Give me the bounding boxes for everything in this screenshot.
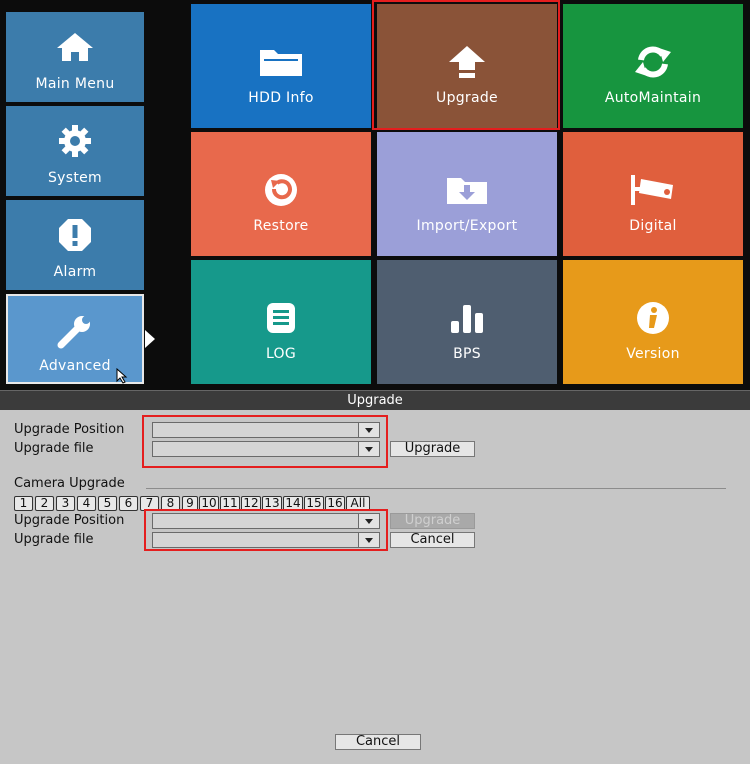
tile-label: Import/Export <box>416 218 518 234</box>
sidebar-item-label: System <box>47 170 102 186</box>
highlight-box-camera-fields <box>144 509 388 551</box>
upgrade-button[interactable]: Upgrade <box>390 441 475 457</box>
camera-upgrade-position-label: Upgrade Position <box>14 513 125 528</box>
tile-label: Version <box>626 346 680 362</box>
mouse-cursor-icon <box>116 368 128 384</box>
sidebar-item-main-menu[interactable]: Main Menu <box>6 12 144 102</box>
refresh-icon <box>563 44 743 80</box>
tile-digital[interactable]: Digital <box>563 132 743 256</box>
camera-upgrade-button[interactable]: Upgrade <box>390 513 475 529</box>
bars-icon <box>377 300 557 336</box>
home-icon <box>6 30 144 64</box>
selection-arrow-icon <box>145 330 155 348</box>
camera-upgrade-file-label: Upgrade file <box>14 532 94 547</box>
tile-label: HDD Info <box>248 90 314 106</box>
channel-checkbox-2[interactable]: 2 <box>35 496 54 511</box>
camera-upgrade-label: Camera Upgrade <box>14 476 125 491</box>
sidebar-item-system[interactable]: System <box>6 106 144 196</box>
log-icon <box>191 300 371 336</box>
folder-icon <box>191 44 371 80</box>
upgrade-file-label: Upgrade file <box>14 441 94 456</box>
section-divider <box>146 488 726 489</box>
tile-label: Restore <box>253 218 309 234</box>
import-export-icon <box>377 172 557 208</box>
main-menu-area: Main Menu System Alarm Advanced HDD Info… <box>0 0 750 390</box>
tile-label: Digital <box>629 218 677 234</box>
upgrade-dialog: Upgrade Upgrade Position Upgrade file Up… <box>0 390 750 764</box>
tile-hdd-info[interactable]: HDD Info <box>191 4 371 128</box>
camera-icon <box>563 172 743 208</box>
alert-icon <box>6 218 144 252</box>
tile-log[interactable]: LOG <box>191 260 371 384</box>
tile-label: AutoMaintain <box>604 90 702 106</box>
sidebar-item-label: Alarm <box>53 264 97 280</box>
sidebar-item-label: Main Menu <box>35 76 115 92</box>
channel-checkbox-1[interactable]: 1 <box>14 496 33 511</box>
wrench-icon <box>8 314 142 349</box>
cancel-button[interactable]: Cancel <box>335 734 421 750</box>
tile-restore[interactable]: Restore <box>191 132 371 256</box>
tile-label: LOG <box>265 346 297 362</box>
tile-import-export[interactable]: Import/Export <box>377 132 557 256</box>
tile-version[interactable]: Version <box>563 260 743 384</box>
highlight-box-upgrade-tile <box>372 0 560 130</box>
gear-icon <box>6 124 144 158</box>
channel-checkbox-5[interactable]: 5 <box>98 496 117 511</box>
upgrade-position-label: Upgrade Position <box>14 422 125 437</box>
highlight-box-upgrade-fields <box>142 415 388 468</box>
dialog-title: Upgrade <box>0 390 750 410</box>
channel-checkbox-4[interactable]: 4 <box>77 496 96 511</box>
channel-checkbox-6[interactable]: 6 <box>119 496 138 511</box>
sidebar-item-alarm[interactable]: Alarm <box>6 200 144 290</box>
channel-checkbox-3[interactable]: 3 <box>56 496 75 511</box>
tile-automaintain[interactable]: AutoMaintain <box>563 4 743 128</box>
sidebar-item-advanced[interactable]: Advanced <box>6 294 144 384</box>
restore-icon <box>191 172 371 208</box>
tile-bps[interactable]: BPS <box>377 260 557 384</box>
info-icon <box>563 300 743 336</box>
camera-cancel-button[interactable]: Cancel <box>390 532 475 548</box>
tile-label: BPS <box>453 346 481 362</box>
